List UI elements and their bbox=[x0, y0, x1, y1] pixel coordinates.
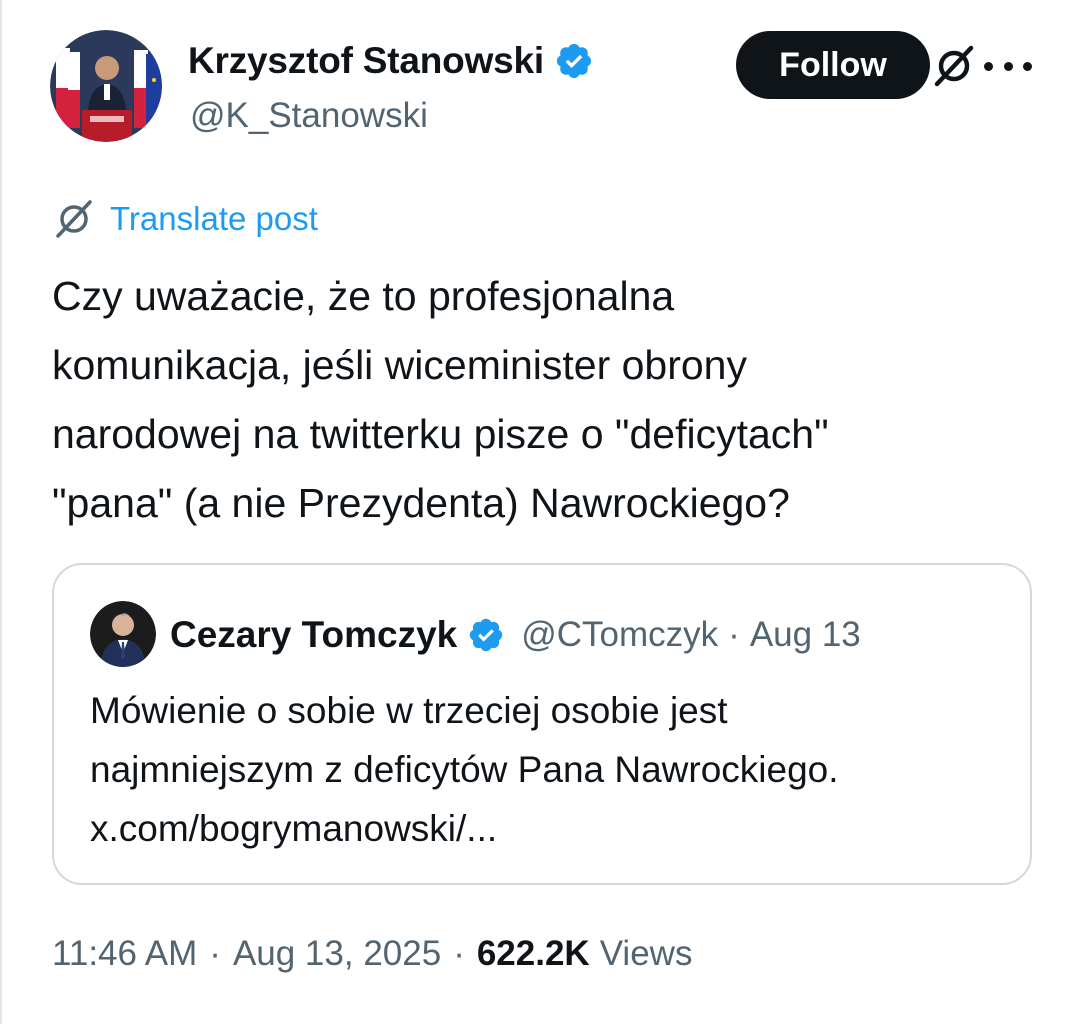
post-meta: 11:46 AM · Aug 13, 2025 · 622.2K Views bbox=[52, 934, 692, 974]
post-text-line: "pana" (a nie Prezydenta) Nawrockiego? bbox=[52, 480, 790, 526]
post-time[interactable]: 11:46 AM bbox=[52, 934, 197, 974]
quoted-post-date[interactable]: Aug 13 bbox=[750, 615, 861, 655]
post-text: Czy uważacie, że to profesjonalna komuni… bbox=[52, 262, 1062, 538]
verified-badge-icon[interactable] bbox=[554, 41, 594, 81]
quoted-author-name[interactable]: Cezary Tomczyk bbox=[170, 614, 457, 656]
separator-dot: · bbox=[728, 615, 740, 654]
quoted-post[interactable]: Cezary Tomczyk @CTomczyk · Aug 13 Mówien… bbox=[52, 563, 1032, 885]
quoted-post-text: Mówienie o sobie w trzeciej osobie jest … bbox=[90, 681, 1010, 858]
quoted-author-avatar[interactable] bbox=[90, 601, 156, 667]
verified-badge-icon[interactable] bbox=[467, 616, 505, 654]
translate-post-label[interactable]: Translate post bbox=[110, 200, 318, 238]
post-date[interactable]: Aug 13, 2025 bbox=[233, 934, 441, 974]
more-options-icon[interactable] bbox=[984, 46, 1032, 86]
views-label: Views bbox=[599, 934, 693, 973]
post-card: Krzysztof Stanowski @K_Stanowski Follow … bbox=[0, 0, 1080, 1024]
quoted-text-link[interactable]: x.com/bogrymanowski/... bbox=[90, 799, 1010, 858]
author-avatar[interactable] bbox=[50, 30, 162, 142]
post-text-line: Czy uważacie, że to profesjonalna bbox=[52, 273, 675, 319]
author-name[interactable]: Krzysztof Stanowski bbox=[188, 40, 544, 82]
quoted-post-header: Cezary Tomczyk @CTomczyk · Aug 13 bbox=[170, 609, 861, 661]
separator-dot: · bbox=[453, 934, 465, 973]
views-count: 622.2K bbox=[476, 934, 590, 973]
translate-post-link[interactable]: Translate post bbox=[52, 196, 318, 242]
post-text-line: narodowej na twitterku pisze o "deficyta… bbox=[52, 411, 829, 457]
quoted-text-line: najmniejszym z deficytów Pana Nawrockieg… bbox=[90, 749, 839, 790]
grok-translate-icon bbox=[52, 197, 96, 241]
quoted-author-handle[interactable]: @CTomczyk bbox=[521, 615, 718, 655]
grok-icon[interactable] bbox=[932, 44, 976, 88]
author-name-row: Krzysztof Stanowski bbox=[188, 36, 594, 86]
quoted-text-line: Mówienie o sobie w trzeciej osobie jest bbox=[90, 690, 728, 731]
follow-button[interactable]: Follow bbox=[736, 31, 930, 99]
post-text-line: komunikacja, jeśli wiceminister obrony bbox=[52, 342, 747, 388]
author-handle[interactable]: @K_Stanowski bbox=[190, 96, 428, 136]
separator-dot: · bbox=[209, 934, 221, 973]
